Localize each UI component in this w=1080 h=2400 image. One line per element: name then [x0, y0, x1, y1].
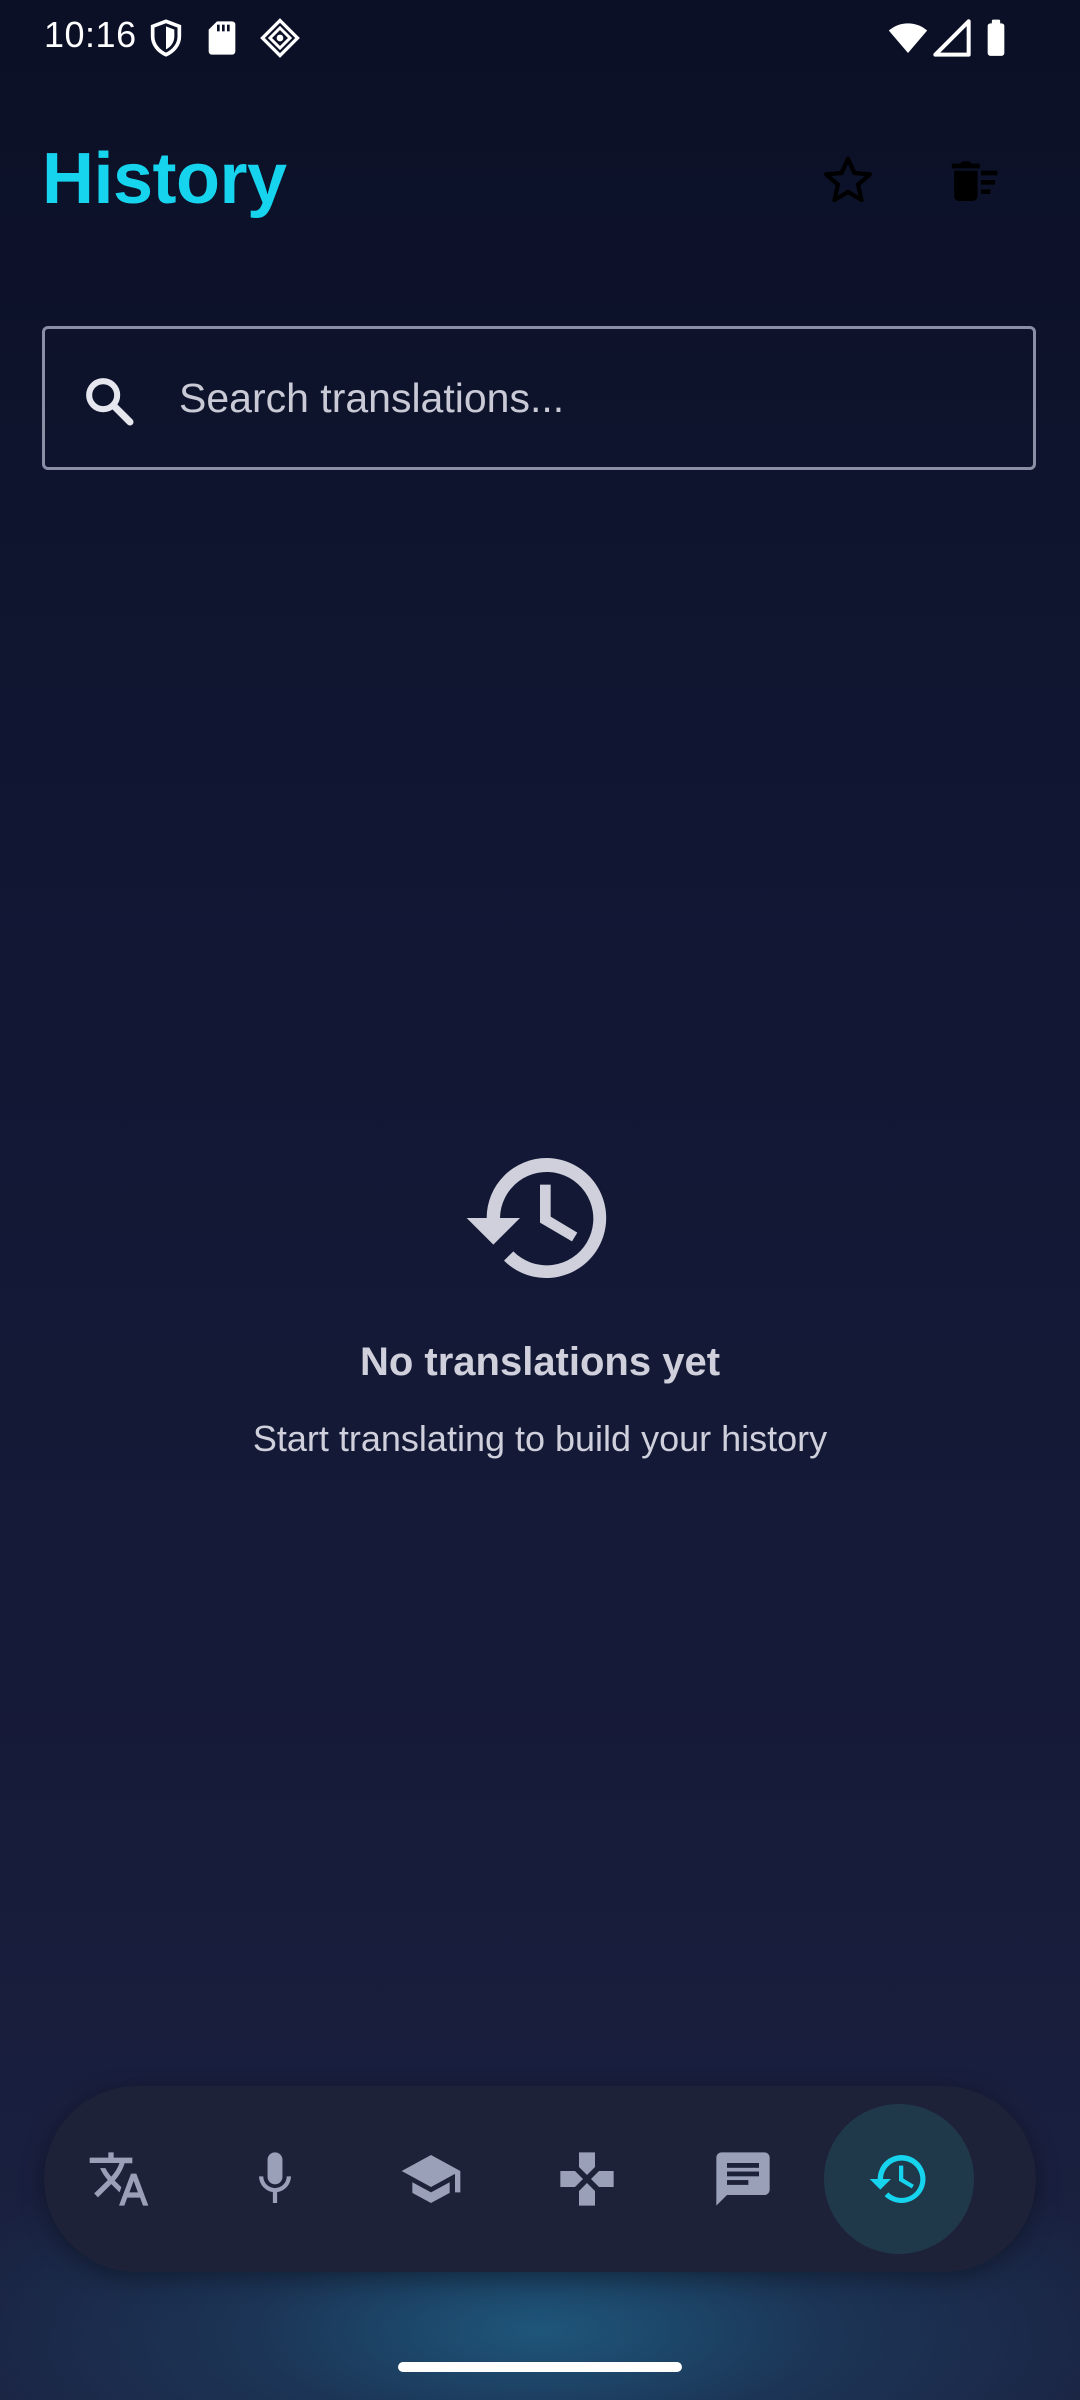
nav-chat[interactable] [668, 2104, 818, 2254]
search-field[interactable] [42, 326, 1036, 470]
sd-card-icon [202, 18, 242, 58]
history-icon [867, 2147, 931, 2211]
delete-sweep-icon [946, 152, 1002, 208]
shield-icon [146, 18, 186, 58]
nav-translate[interactable] [44, 2104, 194, 2254]
status-bar: 10:16 [0, 0, 1080, 72]
empty-state-subtitle: Start translating to build your history [252, 1418, 828, 1459]
battery-icon [976, 18, 1016, 58]
status-time: 10:16 [44, 14, 137, 55]
empty-state-title: No translations yet [359, 1340, 721, 1384]
bottom-navigation [44, 2086, 1036, 2272]
home-indicator[interactable] [398, 2362, 682, 2372]
nav-voice[interactable] [200, 2104, 350, 2254]
clear-history-button[interactable] [934, 140, 1014, 220]
favorites-button[interactable] [808, 140, 888, 220]
school-icon [399, 2147, 463, 2211]
cast-diamond-icon [260, 18, 300, 58]
nav-learn[interactable] [356, 2104, 506, 2254]
gamepad-icon [555, 2147, 619, 2211]
nav-history[interactable] [824, 2104, 974, 2254]
wifi-icon [888, 18, 928, 58]
chat-icon [711, 2147, 775, 2211]
cell-signal-icon [932, 18, 972, 58]
search-input[interactable] [179, 329, 999, 467]
star-outline-icon [820, 152, 876, 208]
search-icon [81, 373, 137, 429]
page-title: History [42, 139, 287, 219]
history-icon [460, 1138, 620, 1298]
microphone-icon [243, 2147, 307, 2211]
translate-icon [87, 2147, 151, 2211]
nav-games[interactable] [512, 2104, 662, 2254]
